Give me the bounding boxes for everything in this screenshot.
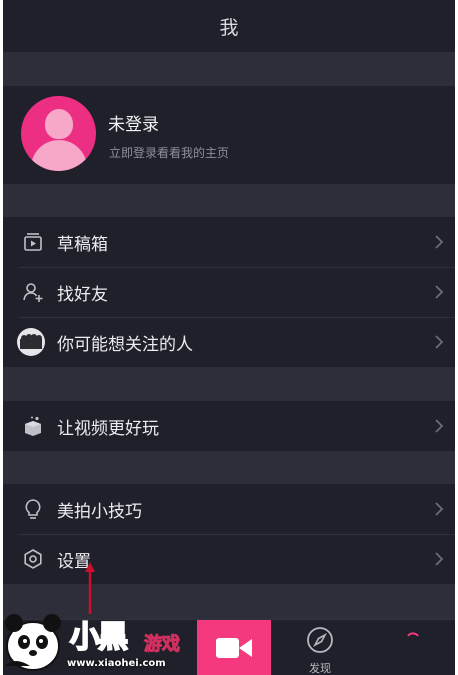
menu-item-drafts[interactable]: 草稿箱	[3, 217, 455, 267]
avatar-head-shape	[45, 109, 73, 139]
chevron-right-icon	[432, 501, 446, 517]
section-gap	[3, 184, 455, 217]
profile-subtitle: 立即登录看看我的主页	[109, 146, 230, 160]
section-gap	[3, 367, 455, 401]
menu-item-label: 草稿箱	[57, 234, 108, 255]
menu-item-tips[interactable]: 美拍小技巧	[3, 484, 455, 534]
compass-icon	[307, 627, 333, 653]
suggested-people-icon	[16, 327, 46, 357]
chevron-right-icon	[432, 234, 446, 250]
tab-discover[interactable]: 发现	[300, 626, 340, 675]
lightbulb-icon	[20, 496, 46, 522]
avatar[interactable]	[21, 96, 96, 171]
chevron-right-icon	[432, 418, 446, 434]
menu-item-label: 你可能想关注的人	[57, 334, 193, 355]
watermark-site-url: www.xiaohei.com	[67, 658, 166, 669]
avatar-body-shape	[31, 140, 87, 171]
video-camera-icon	[216, 638, 252, 658]
profile-card[interactable]: 未登录 立即登录看看我的主页	[3, 86, 455, 184]
section-gap	[3, 52, 455, 86]
menu-item-label: 让视频更好玩	[57, 418, 159, 439]
chevron-right-icon	[432, 284, 446, 300]
profile-tab-icon	[407, 632, 419, 637]
page-title: 我	[219, 16, 239, 39]
profile-name: 未登录	[108, 115, 159, 135]
magic-box-icon	[20, 413, 46, 439]
top-bar: 我	[3, 0, 455, 52]
section-gap	[3, 451, 455, 484]
menu-item-find-friends[interactable]: 找好友	[3, 267, 455, 317]
chevron-right-icon	[432, 551, 446, 567]
chevron-right-icon	[432, 334, 446, 350]
menu-item-more-fun[interactable]: 让视频更好玩	[3, 401, 455, 451]
menu-item-label: 美拍小技巧	[57, 501, 142, 522]
record-video-button[interactable]	[197, 620, 271, 675]
menu-item-settings[interactable]: 设置	[3, 534, 455, 584]
menu-group-help: 美拍小技巧 设置	[3, 484, 455, 584]
menu-item-suggested-people[interactable]: 你可能想关注的人	[3, 317, 455, 367]
drafts-icon	[20, 229, 46, 255]
watermark-brand: 小黑	[69, 619, 129, 656]
settings-gear-icon	[20, 546, 46, 572]
tab-me[interactable]	[398, 626, 428, 646]
watermark-brand-game: 游戏	[144, 634, 181, 656]
menu-item-label: 找好友	[57, 284, 108, 305]
menu-group-social: 草稿箱 找好友 你可能想关注的人	[3, 217, 455, 367]
phone-screen: 我 未登录 立即登录看看我的主页 草稿箱 找好友 你可能想关注的人 让视频更好玩…	[3, 0, 455, 675]
add-friend-icon	[20, 279, 46, 305]
tab-discover-label: 发现	[309, 662, 331, 675]
menu-group-fun: 让视频更好玩	[3, 401, 455, 451]
